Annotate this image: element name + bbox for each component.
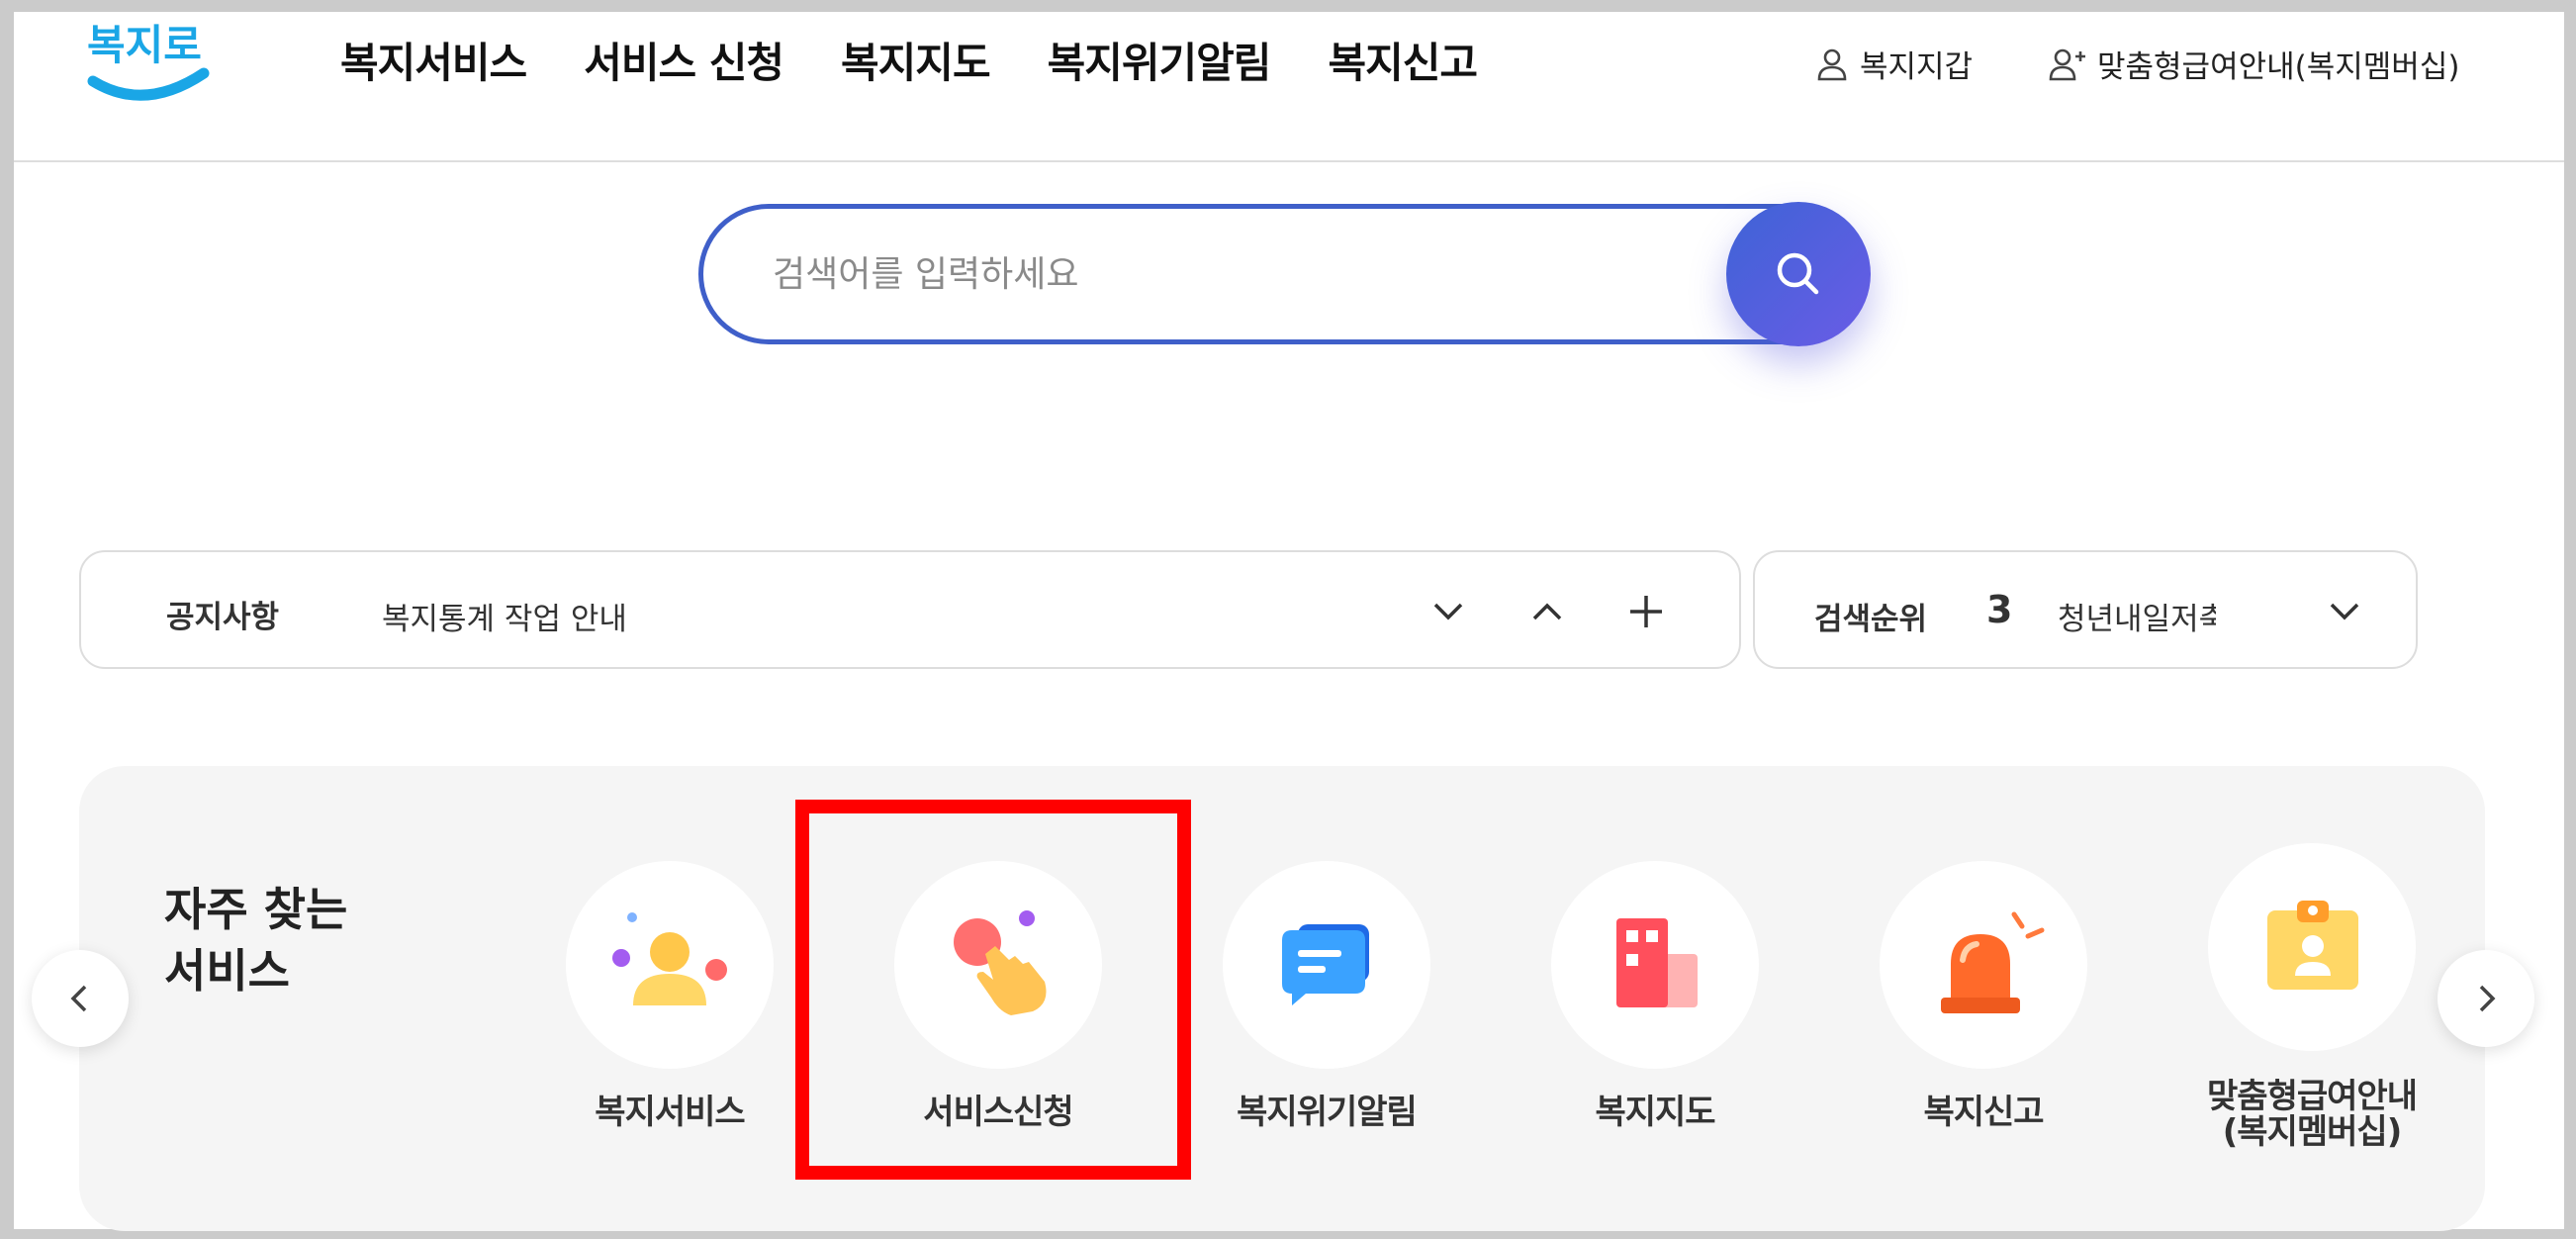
search-rank-bar: 검색순위 3 청년내일저축: [1753, 550, 2418, 669]
nav-crisis-alert[interactable]: 복지위기알림: [1048, 30, 1272, 90]
notice-next-button[interactable]: [1419, 582, 1478, 641]
service-apply[interactable]: 서비스신청: [850, 861, 1147, 1188]
chevron-right-icon: [2479, 985, 2496, 1012]
nav-welfare-report[interactable]: 복지신고: [1328, 30, 1478, 90]
plus-icon: [1630, 596, 1662, 627]
membership-label: 맞춤형급여안내(복지멤버십): [2097, 49, 2460, 85]
search-button[interactable]: [1726, 202, 1871, 346]
logo[interactable]: 복지로: [75, 12, 224, 111]
siren-icon: [1941, 911, 2045, 1013]
service-icon-circle: [566, 861, 774, 1069]
people-icon: [612, 912, 727, 1005]
membership-link[interactable]: 맞춤형급여안내(복지멤버십): [2048, 42, 2459, 86]
service-label: 복지지도: [1595, 1093, 1715, 1132]
service-custom-benefit[interactable]: 맞춤형급여안내 (복지멤버십): [2163, 843, 2460, 1188]
screen-frame-top: [0, 0, 2576, 12]
user-icon: [1817, 48, 1847, 80]
service-label: 복지신고: [1923, 1093, 2044, 1132]
chevron-left-icon: [70, 985, 87, 1012]
screen-frame-left: [0, 0, 14, 1239]
service-welfare-service[interactable]: 복지서비스: [521, 861, 818, 1188]
building-icon: [1616, 918, 1698, 1007]
nav-welfare-service[interactable]: 복지서비스: [340, 30, 527, 90]
service-label: 복지서비스: [595, 1093, 745, 1132]
nav-welfare-map[interactable]: 복지지도: [841, 30, 991, 90]
screen-frame-right: [2564, 0, 2576, 1239]
notice-bar: 공지사항 복지통계 작업 안내: [79, 550, 1741, 669]
service-welfare-report[interactable]: 복지신고: [1835, 861, 2132, 1188]
main-nav: 복지서비스 서비스 신청 복지지도 복지위기알림 복지신고: [340, 30, 1534, 90]
nav-service-apply[interactable]: 서비스 신청: [584, 30, 784, 90]
search-rank-expand-button[interactable]: [2315, 582, 2374, 641]
service-label: 맞춤형급여안내 (복지멤버십): [2207, 1077, 2418, 1152]
hand-tap-icon: [954, 910, 1047, 1015]
service-icon-circle: [2208, 843, 2416, 1051]
search-input[interactable]: [773, 238, 1663, 310]
carousel-prev-button[interactable]: [32, 950, 129, 1047]
chevron-down-icon: [2330, 603, 2359, 620]
search-box: [698, 204, 1866, 344]
site-header: 복지로 복지서비스 서비스 신청 복지지도 복지위기알림 복지신고 복지지갑 맞…: [14, 12, 2564, 162]
wallet-link[interactable]: 복지지갑: [1814, 42, 1973, 86]
message-icon: [1282, 924, 1369, 1005]
chevron-down-icon: [1433, 603, 1463, 620]
search-rank-title: 검색순위: [1814, 602, 1928, 637]
notice-title: 공지사항: [166, 600, 280, 635]
id-card-icon: [2267, 901, 2358, 990]
service-icon-circle: [1551, 861, 1759, 1069]
service-crisis-alert[interactable]: 복지위기알림: [1178, 861, 1475, 1188]
frequent-services-title: 자주 찾는 서비스: [164, 883, 348, 998]
search-rank-number: 3: [1986, 588, 2013, 631]
chevron-up-icon: [1532, 603, 1562, 620]
notice-more-button[interactable]: [1616, 582, 1676, 641]
notice-prev-button[interactable]: [1518, 582, 1577, 641]
service-label: 복지위기알림: [1237, 1093, 1418, 1132]
service-icon-circle: [1223, 861, 1430, 1069]
service-icon-circle: [894, 861, 1102, 1069]
service-welfare-map[interactable]: 복지지도: [1507, 861, 1803, 1188]
logo-text: 복지로: [87, 21, 202, 69]
search-icon: [1777, 252, 1819, 295]
wallet-label: 복지지갑: [1860, 49, 1974, 85]
notice-text[interactable]: 복지통계 작업 안내: [382, 594, 627, 638]
user-add-icon: [2049, 48, 2085, 80]
search-rank-term[interactable]: 청년내일저축: [2058, 594, 2216, 638]
service-label: 서비스신청: [923, 1093, 1073, 1132]
service-icon-circle: [1880, 861, 2087, 1069]
